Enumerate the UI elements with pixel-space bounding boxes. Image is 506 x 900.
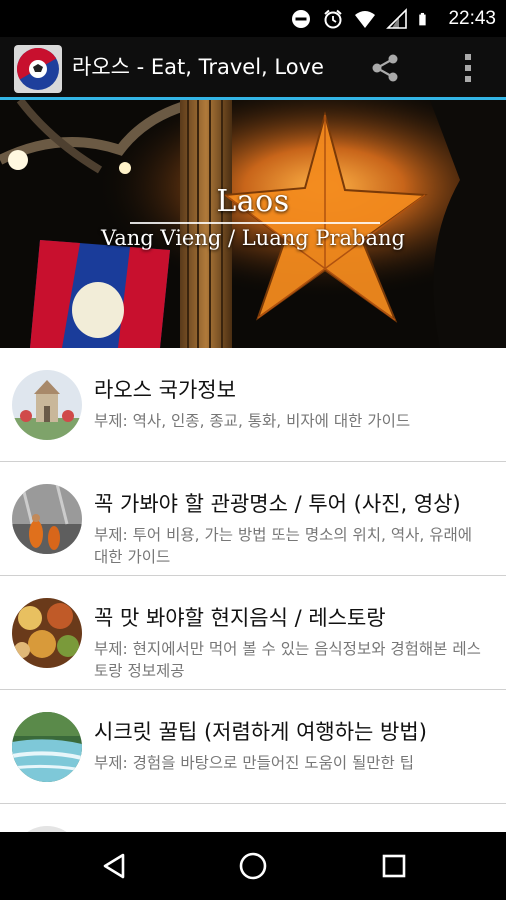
monument-thumbnail bbox=[12, 370, 82, 440]
recents-button[interactable] bbox=[364, 844, 424, 888]
action-bar: 라오스 - Eat, Travel, Love bbox=[0, 37, 506, 100]
share-button[interactable] bbox=[360, 45, 410, 91]
share-icon bbox=[372, 54, 398, 82]
laos-app-logo-icon[interactable] bbox=[14, 45, 62, 93]
battery-icon bbox=[419, 12, 427, 25]
back-icon bbox=[103, 853, 125, 879]
header-banner: Laos Vang Vieng / Luang Prabang bbox=[0, 100, 506, 348]
alarm-icon bbox=[324, 9, 343, 28]
banner-divider bbox=[130, 222, 380, 224]
waterfall-thumbnail bbox=[12, 712, 82, 782]
wifi-icon bbox=[355, 10, 376, 28]
back-button[interactable] bbox=[84, 844, 144, 888]
list-item-subtitle: 부제: 경험을 바탕으로 만들어진 도움이 될만한 팁 bbox=[94, 754, 414, 772]
list-item-subtitle: 부제: 역사, 인종, 종교, 통화, 비자에 대한 가이드 bbox=[94, 412, 411, 430]
list-item-title: 라오스 국가정보 bbox=[94, 378, 236, 402]
recents-icon bbox=[382, 854, 406, 878]
monks-thumbnail bbox=[12, 484, 82, 554]
home-button[interactable] bbox=[223, 844, 283, 888]
list-item-title: 꼭 가봐야 할 관광명소 / 투어 (사진, 영상) bbox=[94, 492, 461, 516]
list-item[interactable]: 꼭 가봐야 할 관광명소 / 투어 (사진, 영상) 부제: 투어 비용, 가는… bbox=[0, 462, 506, 576]
signal-icon bbox=[386, 7, 408, 29]
app-title: 라오스 - Eat, Travel, Love bbox=[72, 55, 324, 79]
list-item-subtitle: 부제: 현지에서만 먹어 볼 수 있는 음식정보와 경험해본 레스토랑 정보제공 bbox=[94, 640, 481, 680]
list-item-title: 꼭 맛 봐야할 현지음식 / 레스토랑 bbox=[94, 606, 386, 630]
list-item[interactable]: 라오스 국가정보 부제: 역사, 인종, 종교, 통화, 비자에 대한 가이드 bbox=[0, 348, 506, 462]
lantern-photo bbox=[0, 100, 506, 348]
banner-subtitle: Vang Vieng / Luang Prabang bbox=[101, 226, 405, 250]
home-icon bbox=[239, 852, 267, 880]
list-item[interactable]: 시크릿 꿀팁 (저렴하게 여행하는 방법) 부제: 경험을 바탕으로 만들어진 … bbox=[0, 690, 506, 804]
list-item-subtitle: 부제: 투어 비용, 가는 방법 또는 명소의 위치, 역사, 유래에 대한 가… bbox=[94, 526, 473, 566]
status-bar: 22:43 bbox=[0, 0, 506, 37]
list-item[interactable] bbox=[0, 804, 506, 832]
food-thumbnail bbox=[12, 598, 82, 668]
navigation-bar bbox=[0, 832, 506, 900]
menu-list: 라오스 국가정보 부제: 역사, 인종, 종교, 통화, 비자에 대한 가이드 … bbox=[0, 348, 506, 832]
overflow-menu-button[interactable] bbox=[446, 45, 490, 91]
list-item-title: 시크릿 꿀팁 (저렴하게 여행하는 방법) bbox=[94, 720, 427, 744]
status-time: 22:43 bbox=[448, 7, 496, 29]
overflow-menu-icon bbox=[465, 54, 471, 82]
list-item[interactable]: 꼭 맛 봐야할 현지음식 / 레스토랑 부제: 현지에서만 먹어 볼 수 있는 … bbox=[0, 576, 506, 690]
banner-title: Laos bbox=[216, 184, 290, 219]
do-not-disturb-icon bbox=[292, 9, 311, 28]
status-icons: 22:43 bbox=[290, 0, 496, 37]
